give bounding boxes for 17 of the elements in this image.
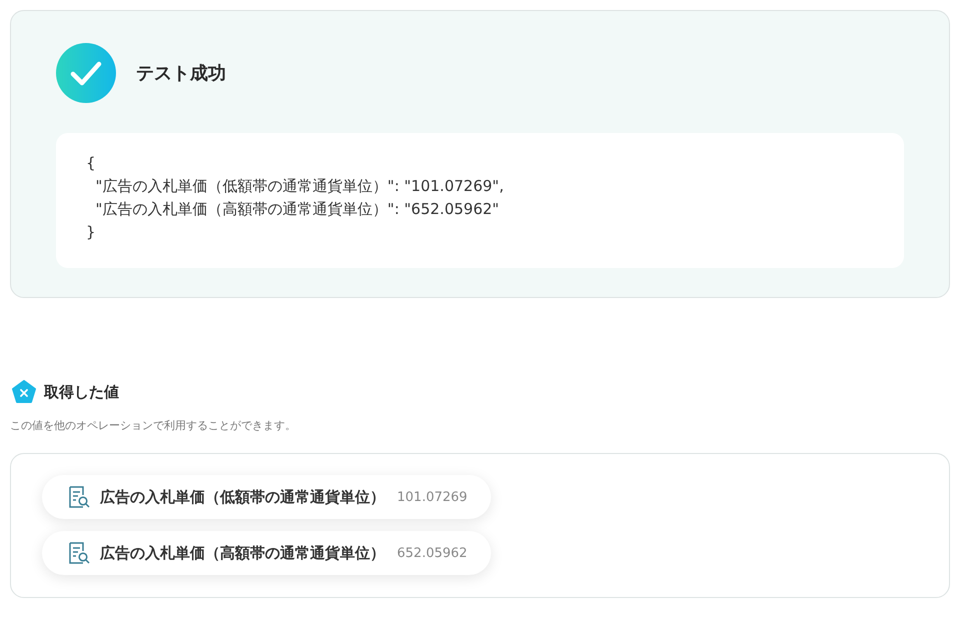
value-label: 広告の入札単価（高額帯の通常通貨単位）	[100, 544, 385, 562]
result-title: テスト成功	[136, 62, 226, 85]
check-icon	[56, 43, 116, 103]
code-line: {	[86, 153, 97, 174]
value-text: 101.07269	[397, 490, 468, 504]
code-line: }	[86, 222, 97, 243]
section-description: この値を他のオペレーションで利用することができます。	[10, 418, 296, 433]
code-line: "広告の入札単価（高額帯の通常通貨単位）": "652.05962"	[94, 199, 500, 220]
variable-icon	[12, 380, 36, 404]
code-line: "広告の入札単価（低額帯の通常通貨単位）": "101.07269",	[94, 176, 505, 197]
section-title: 取得した値	[44, 382, 119, 402]
value-label: 広告の入札単価（低額帯の通常通貨単位）	[100, 488, 385, 506]
value-text: 652.05962	[397, 546, 468, 560]
value-chip[interactable]: 広告の入札単価（高額帯の通常通貨単位） 652.05962	[42, 531, 492, 575]
document-search-icon	[68, 541, 90, 565]
document-search-icon	[68, 485, 90, 509]
value-chip[interactable]: 広告の入札単価（低額帯の通常通貨単位） 101.07269	[42, 475, 492, 519]
